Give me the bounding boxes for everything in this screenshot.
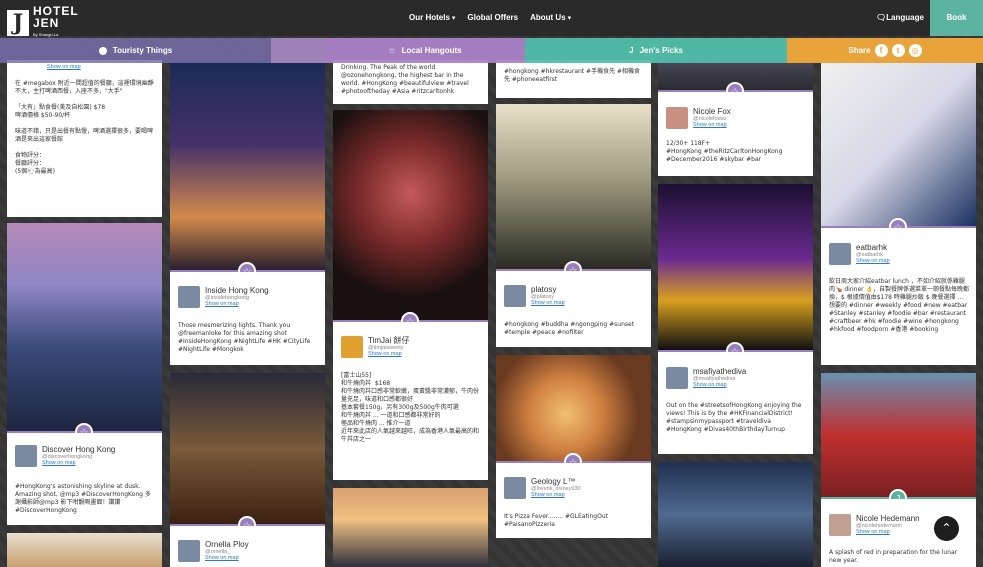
instagram-icon[interactable]: ◎ xyxy=(908,44,922,57)
show-on-map-link[interactable]: Show on map xyxy=(693,382,746,388)
feed-card[interactable]: Show on map 在 #megabox 附近一間超值的餐廳，這裡環境幽靜不… xyxy=(7,60,162,217)
twitter-icon[interactable]: t xyxy=(891,44,905,57)
post-text: 飲日周大家介紹eatbar lunch ，不如介紹就係雞腿肉🍗 dinner 👌… xyxy=(829,278,970,333)
post-text: #HongKong's astonishing skyline at dusk.… xyxy=(15,483,151,514)
avatar xyxy=(666,367,688,389)
post-text: Out on the #streetsofHongKong enjoying t… xyxy=(666,402,804,433)
show-on-map-link[interactable]: Show on map xyxy=(693,122,731,128)
user-name[interactable]: Discover Hong Kong xyxy=(42,445,115,454)
book-button[interactable]: Book xyxy=(930,0,983,36)
post-text: Those mesmerizing lights. Thank you @fre… xyxy=(178,322,313,353)
user-name[interactable]: Geology L™ xyxy=(531,477,581,486)
filter-divider xyxy=(271,38,325,63)
avatar xyxy=(341,336,363,358)
logo-subtitle: By Shangri-La xyxy=(33,32,59,37)
avatar xyxy=(15,445,37,467)
share-bar: Share f t ◎ xyxy=(787,38,983,63)
show-on-map-link[interactable]: Show on map xyxy=(368,351,409,357)
post-text: [富士山55] 和牛燒肉丼 $168 和牛燒肉丼口感非常軟嫩，蛋黃醬非常濃郁，牛… xyxy=(341,372,480,443)
feed-card[interactable]: eatbarhk @eatbarhk Show on map 飲日周大家介紹eatb… xyxy=(821,228,976,365)
post-photo[interactable] xyxy=(170,60,325,270)
post-photo[interactable] xyxy=(821,60,976,226)
post-photo[interactable] xyxy=(7,223,162,431)
post-text: 在 #megabox 附近一間超值的餐廳，這裡環境幽靜不大，主打啤酒西餐，入座不… xyxy=(15,80,154,175)
chevron-down-icon: ▾ xyxy=(567,15,572,22)
logo-mark: J xyxy=(7,10,29,36)
avatar xyxy=(829,243,851,265)
feed-card[interactable]: Inside Hong Kong @insidehongkong Show on m… xyxy=(170,272,325,365)
post-photo[interactable] xyxy=(333,110,488,320)
hotel-jen-logo[interactable]: J HOTEL JEN By Shangri-La xyxy=(7,5,79,41)
show-on-map-link[interactable]: Show on map xyxy=(856,529,920,535)
post-text: #hongkong #hkrestaurant #手機食先 #相機食先 #pho… xyxy=(504,68,641,83)
star-icon: ☆ xyxy=(388,46,396,55)
feed-card[interactable]: TimJai 餅仔 @timjaisweety Show on map [富士山55… xyxy=(333,322,488,480)
avatar xyxy=(504,285,526,307)
post-photo[interactable] xyxy=(658,462,813,567)
avatar xyxy=(178,540,200,562)
post-text: It's Pizza Fever........ #GLEatingOut #P… xyxy=(504,513,610,528)
post-text: #hongkong #buddha #ngongping #sunset #te… xyxy=(504,321,636,336)
user-name[interactable]: msafiyathediva xyxy=(693,367,746,376)
feed-card[interactable]: Discover Hong Kong @discoverhongkong Show … xyxy=(7,433,162,525)
show-on-map-link[interactable]: Show on map xyxy=(42,460,115,466)
filter-touristy-things[interactable]: Touristy Things xyxy=(0,38,271,63)
show-on-map-link[interactable]: Show on map xyxy=(531,300,565,306)
post-photo[interactable] xyxy=(333,488,488,567)
show-on-map-link[interactable]: Show on map xyxy=(47,64,81,70)
feed-card[interactable]: msafiyathediva @msafiyathediva Show on map… xyxy=(658,352,813,454)
show-on-map-link[interactable]: Show on map xyxy=(531,492,581,498)
language-selector[interactable]: 🗨Language xyxy=(876,13,924,22)
feed-card[interactable]: Ornella Ploy @ornella_ Show on map xyxy=(170,526,325,567)
avatar xyxy=(666,107,688,129)
circle-icon xyxy=(98,46,107,55)
main-menu: Our Hotels ▾ Global Offers About Us ▾ xyxy=(409,13,571,22)
feed-card[interactable]: #hongkong #hkrestaurant #手機食先 #相機食先 #pho… xyxy=(496,60,651,98)
top-navbar: J HOTEL JEN By Shangri-La Our Hotels ▾ Gl… xyxy=(0,0,983,37)
feed-card[interactable]: platosy @platosy Show on map #hongkong #bu… xyxy=(496,271,651,347)
user-name[interactable]: Nicole Hedemann xyxy=(856,514,920,523)
user-name[interactable]: Inside Hong Kong xyxy=(205,286,269,295)
chevron-down-icon: ▾ xyxy=(451,15,456,22)
arrow-up-icon[interactable]: ⌃ xyxy=(934,516,959,541)
user-name[interactable]: TimJai 餅仔 xyxy=(368,336,409,345)
filter-jens-picks[interactable]: J Jen's Picks xyxy=(525,38,787,63)
show-on-map-link[interactable]: Show on map xyxy=(205,301,269,307)
feed-card[interactable]: Nicole Fox @nicolefoxtw Show on map 12/30+… xyxy=(658,92,813,176)
post-photo[interactable] xyxy=(496,104,651,269)
show-on-map-link[interactable]: Show on map xyxy=(856,258,890,264)
menu-global-offers[interactable]: Global Offers xyxy=(467,13,518,22)
post-text: 12/30+ 118F+ #HongKong #theRitzCarltonHo… xyxy=(666,140,783,163)
menu-our-hotels[interactable]: Our Hotels ▾ xyxy=(409,13,455,22)
avatar xyxy=(829,514,851,536)
post-photo[interactable] xyxy=(821,373,976,497)
chat-icon: 🗨 xyxy=(876,13,887,22)
post-photo[interactable] xyxy=(496,355,651,462)
logo-name-line2: JEN xyxy=(33,16,60,30)
avatar xyxy=(178,286,200,308)
avatar xyxy=(504,477,526,499)
menu-about-us[interactable]: About Us ▾ xyxy=(530,13,571,22)
post-photo[interactable] xyxy=(658,184,813,350)
feed-card[interactable]: Drinking. The Peak of the world @ozoneho… xyxy=(333,60,488,104)
facebook-icon[interactable]: f xyxy=(874,44,888,57)
jen-j-icon: J xyxy=(629,46,634,55)
user-name[interactable]: Ornella Ploy xyxy=(205,540,249,549)
post-text: A splash of red in preparation for the l… xyxy=(829,549,960,564)
post-photo[interactable] xyxy=(170,373,325,525)
post-photo[interactable] xyxy=(7,533,162,567)
post-text: Drinking. The Peak of the world @ozoneho… xyxy=(341,64,471,95)
show-on-map-link[interactable]: Show on map xyxy=(205,555,249,561)
user-name[interactable]: platosy xyxy=(531,285,565,294)
user-name[interactable]: eatbarhk xyxy=(856,243,890,252)
feed-card[interactable]: Geology L™ @lovehk_disney930 Show on map I… xyxy=(496,463,651,538)
filter-local-hangouts[interactable]: ☆ Local Hangouts xyxy=(325,38,525,63)
user-name[interactable]: Nicole Fox xyxy=(693,107,731,116)
